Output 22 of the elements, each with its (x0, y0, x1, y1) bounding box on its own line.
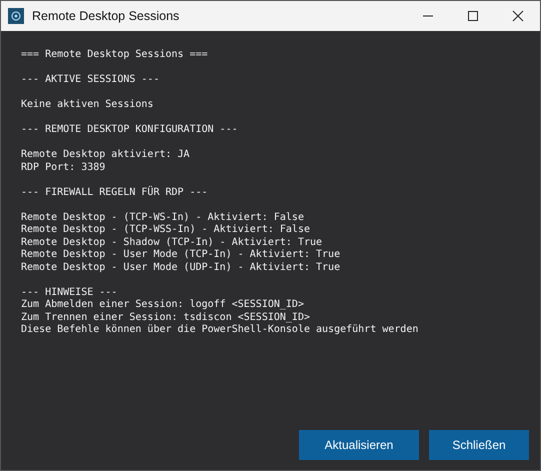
output-line: Remote Desktop aktiviert: JA (21, 149, 191, 162)
output-line: Remote Desktop - User Mode (UDP-In) - Aktiviert: True (21, 262, 342, 274)
output-line: --- REMOTE DESKTOP KONFIGURATION --- (21, 124, 239, 136)
output-line: Remote Desktop - Shadow (TCP-In) - Aktiviert: True (21, 236, 324, 249)
output-line: Remote Desktop - (TCP-WS-In) - Aktiviert: False (21, 212, 305, 224)
refresh-button[interactable]: Aktualisieren (299, 430, 419, 460)
output-line: Remote Desktop - (TCP-WSS-In) - Aktiviert: False (21, 224, 311, 236)
close-icon (512, 10, 524, 22)
maximize-icon (466, 10, 478, 22)
output-line: --- AKTIVE SESSIONS --- (21, 74, 160, 86)
output-line: RDP Port: 3389 (21, 162, 106, 174)
output-line: --- HINWEISE --- (21, 286, 118, 299)
close-dialog-button[interactable]: Schließen (429, 430, 529, 460)
output-line: Zum Trennen einer Session: tsdiscon <SESSION_ID> (21, 312, 311, 324)
output-line: --- FIREWALL REGELN FÜR RDP --- (21, 186, 209, 199)
output-line: Diese Befehle können über die PowerShell-Konsole ausgeführt werden (21, 324, 420, 336)
window-title: Remote Desktop Sessions (32, 9, 180, 23)
app-icon (8, 8, 24, 24)
output-line: Keine aktiven Sessions (21, 99, 154, 112)
output-line: Remote Desktop - User Mode (TCP-In) - Aktiviert: True (21, 249, 342, 262)
output-line: === Remote Desktop Sessions === (21, 49, 209, 62)
output-line: Zum Abmelden einer Session: logoff <SESSION_ID> (21, 299, 305, 312)
